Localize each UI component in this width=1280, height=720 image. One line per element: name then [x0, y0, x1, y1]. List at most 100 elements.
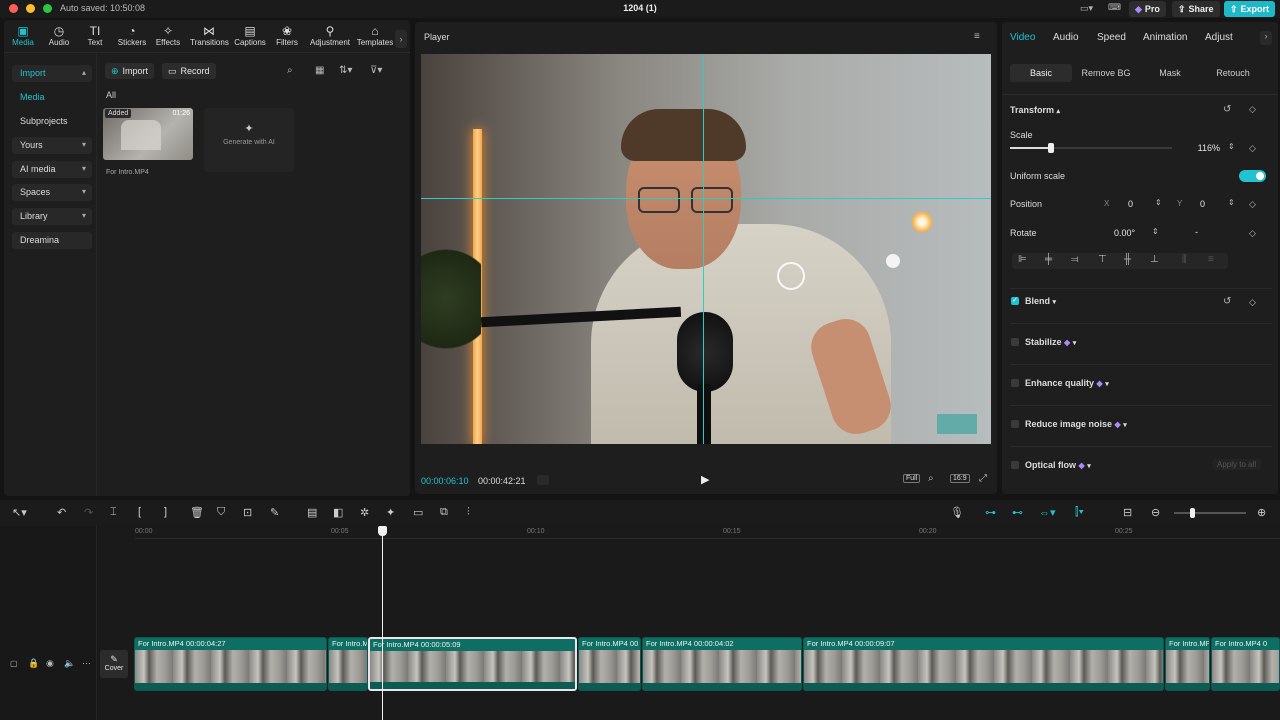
enhance-quality-header[interactable]: Enhance quality ◆ ▾ — [1025, 378, 1109, 388]
keyframe-icon[interactable]: ◇ — [1249, 143, 1256, 154]
toolbar-text[interactable]: TI Text — [76, 24, 114, 47]
zoom-out-icon[interactable]: ⊖ — [1151, 506, 1160, 519]
media-thumbnail[interactable]: Added 01:26 — [103, 108, 193, 160]
subtab-mask[interactable]: Mask — [1139, 64, 1201, 82]
sidebar-item-dreamina[interactable]: Dreamina — [12, 232, 92, 249]
align-center-h-icon[interactable]: ╪ — [1045, 254, 1052, 265]
tab-animation[interactable]: Animation — [1143, 32, 1187, 43]
sidebar-item-media[interactable]: Media — [12, 89, 92, 106]
zoom-slider-handle[interactable] — [1190, 508, 1195, 518]
shortcut-icon[interactable]: ⌨ — [1108, 2, 1121, 13]
keyframe-icon[interactable]: ◇ — [1249, 228, 1256, 239]
tab-speed[interactable]: Speed — [1097, 32, 1126, 43]
crop-icon[interactable]: ⊡ — [243, 506, 252, 519]
tab-adjust[interactable]: Adjust — [1205, 32, 1233, 43]
timeline-clip[interactable]: For Intro.MP4 00:00:04:02 — [642, 637, 802, 691]
keyframe-icon[interactable]: ◇ — [1249, 297, 1256, 308]
keyframe-icon[interactable]: ◇ — [1249, 104, 1256, 115]
stepper-icon[interactable]: ⇕ — [1155, 198, 1162, 207]
split-right-icon[interactable]: ] — [164, 506, 167, 518]
menu-icon[interactable]: ≡ — [974, 31, 980, 42]
import-button[interactable]: ⊕ Import — [105, 63, 155, 79]
timeline-clip[interactable]: For Intro.MP4 00:00:09:07 — [803, 637, 1164, 691]
microphone-icon[interactable]: 🎙 — [950, 506, 964, 519]
optical-flow-header[interactable]: Optical flow ◆ ▾ — [1025, 460, 1091, 470]
tabs-scroll-right-icon[interactable]: › — [1260, 31, 1272, 45]
search-icon[interactable]: ⌕ — [287, 65, 293, 76]
sidebar-item-import[interactable]: Import ▴ — [12, 65, 92, 82]
toolbar-transitions[interactable]: ⋈ Transitions — [190, 24, 229, 47]
position-y-value[interactable]: 0 — [1200, 199, 1205, 209]
timeline-clip[interactable]: For Intro.MP4 00 — [578, 637, 641, 691]
scale-slider-handle[interactable] — [1047, 143, 1054, 153]
stepper-icon[interactable]: ⇕ — [1228, 142, 1235, 151]
align-bottom-icon[interactable]: ⊥ — [1150, 254, 1159, 265]
snap-icon[interactable]: ⇔▾ — [1039, 506, 1056, 519]
volume-icon[interactable]: 🔈 — [64, 658, 75, 669]
toolbar-scroll-right-icon[interactable]: › — [395, 30, 407, 48]
tab-audio[interactable]: Audio — [1053, 32, 1079, 43]
select-tool-icon[interactable]: ↖▾ — [12, 506, 27, 519]
transform-header[interactable]: Transform ▴ — [1010, 105, 1060, 115]
filter-icon[interactable]: ⊽▾ — [370, 65, 382, 76]
zoom-in-icon[interactable]: ⊕ — [1257, 506, 1266, 519]
align-middle-v-icon[interactable]: ╫ — [1124, 254, 1131, 265]
sort-icon[interactable]: ⇅▾ — [339, 65, 352, 76]
toolbar-effects[interactable]: ✧ Effects — [149, 24, 187, 47]
subtab-remove-bg[interactable]: Remove BG — [1075, 64, 1137, 82]
wand-icon[interactable]: ✦ — [386, 506, 395, 519]
zoom-fit-icon[interactable]: ⌕ — [928, 473, 934, 484]
playhead-handle[interactable] — [378, 526, 387, 536]
timeline-clip[interactable]: For Intro.MP4 0 — [1211, 637, 1280, 691]
keyframe-icon[interactable]: ◇ — [1249, 199, 1256, 210]
toolbar-media[interactable]: ▣ Media — [4, 24, 42, 47]
export-button[interactable]: ⇧ Export — [1224, 1, 1276, 17]
timeline-clip[interactable]: For Intro.MP4 — [328, 637, 368, 691]
timeline-clip[interactable]: For Intro.MP4 00:00:04:27 — [134, 637, 327, 691]
sidebar-item-spaces[interactable]: Spaces ▾ — [12, 184, 92, 201]
scale-value[interactable]: 116% — [1188, 143, 1220, 153]
record-button[interactable]: ▭ Record — [162, 63, 216, 79]
fit-icon[interactable]: ⊟ — [1123, 506, 1132, 519]
timeline-clip-selected[interactable]: For Intro.MP4 00:00:05:09 — [368, 637, 577, 691]
stepper-icon[interactable]: ⇕ — [1228, 198, 1235, 207]
subtab-retouch[interactable]: Retouch — [1202, 64, 1264, 82]
enhance-quality-checkbox[interactable] — [1011, 379, 1019, 387]
track-frame-icon[interactable]: ▢ — [10, 659, 18, 668]
lock-icon[interactable]: 🔒 — [28, 658, 39, 669]
video-preview[interactable] — [421, 54, 991, 444]
align-left-icon[interactable]: ⊫ — [1018, 254, 1027, 265]
align-right-icon[interactable]: ⫤ — [1071, 254, 1079, 265]
share-button[interactable]: ⇪ Share — [1172, 1, 1220, 17]
toolbar-stickers[interactable]: ◔ Stickers — [113, 24, 151, 47]
toolbar-templates[interactable]: ⌂ Templates — [354, 24, 396, 47]
split-icon[interactable]: ⌶ — [110, 506, 117, 519]
generate-with-ai-button[interactable]: ✦ Generate with AI — [204, 108, 294, 172]
toolbar-filters[interactable]: ❀ Filters — [268, 24, 306, 47]
full-quality-button[interactable]: Full — [903, 474, 921, 483]
pro-button[interactable]: ◆ Pro — [1129, 1, 1166, 17]
scale-slider-track[interactable] — [1010, 143, 1172, 153]
shield-icon[interactable]: ⛉ — [217, 506, 225, 519]
blend-checkbox[interactable]: ✓ — [1011, 297, 1019, 305]
stepper-icon[interactable]: ⇕ — [1152, 227, 1159, 236]
delete-icon[interactable]: 🗑 — [190, 506, 204, 519]
rotate-value[interactable]: 0.00° — [1114, 228, 1135, 238]
grid-view-icon[interactable]: ▦ — [315, 65, 324, 76]
play-button[interactable]: ▶ — [701, 473, 709, 486]
reset-icon[interactable]: ↺ — [1223, 104, 1231, 115]
sidebar-item-yours[interactable]: Yours ▾ — [12, 137, 92, 154]
optical-flow-checkbox[interactable] — [1011, 461, 1019, 469]
align-top-icon[interactable]: ⊤ — [1098, 254, 1107, 265]
more-icon[interactable]: ⋯ — [82, 658, 91, 669]
mirror-icon[interactable]: ◧ — [333, 506, 343, 519]
cover-button[interactable]: ✎ Cover — [100, 650, 128, 678]
position-x-value[interactable]: 0 — [1128, 199, 1133, 209]
tab-video[interactable]: Video — [1010, 32, 1035, 43]
freeze-icon[interactable]: ▤ — [307, 506, 317, 519]
magnet-icon[interactable]: ⊷ — [1012, 506, 1023, 519]
timeline[interactable]: 00:00 00:05 00:10 00:15 00:20 00:25 ▢ 🔒 … — [0, 526, 1280, 720]
sidebar-item-library[interactable]: Library ▾ — [12, 208, 92, 225]
rotate-flip-button[interactable]: - — [1195, 227, 1198, 237]
toolbar-captions[interactable]: ▤ Captions — [231, 24, 269, 47]
